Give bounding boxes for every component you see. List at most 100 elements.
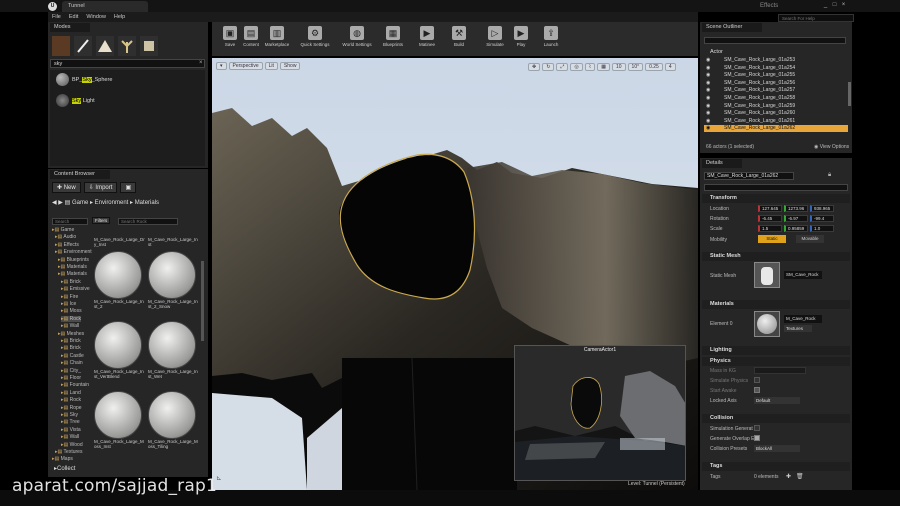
content-browser-tab[interactable]: Content Browser <box>50 170 110 179</box>
toolbar-play-button[interactable]: ▶ Play <box>506 25 536 55</box>
tree-folder[interactable]: ▸▤ Wall <box>61 323 79 329</box>
surface-snap-icon[interactable]: ⌇ <box>584 63 596 71</box>
maximize-icon[interactable]: □ <box>831 2 838 9</box>
mobility-movable-button[interactable]: Movable <box>796 235 824 243</box>
collision-presets-dropdown[interactable]: BlockAll <box>754 445 800 452</box>
camera-speed-value[interactable]: 4 <box>664 63 676 71</box>
asset-tile[interactable]: M_Cave_Rock_Large_Moss_Tiling <box>148 391 200 449</box>
add-tag-icon[interactable]: ✚ <box>786 473 791 480</box>
geometry-mode-icon[interactable] <box>140 36 158 56</box>
tree-folder[interactable]: ▸▤ Tree <box>61 419 80 425</box>
outliner-row[interactable]: ◉ SM_Cave_Rock_Large_01a253 <box>704 57 848 64</box>
mass-field[interactable] <box>754 367 806 374</box>
visibility-eye-icon[interactable]: ◉ <box>706 103 710 110</box>
scale-snap-value[interactable]: 0.25 <box>645 63 663 71</box>
place-mode-icon[interactable] <box>52 36 70 56</box>
tree-folder[interactable]: ▸▤ Wall <box>61 434 79 440</box>
lighting-section[interactable]: Lighting <box>702 346 850 355</box>
breadcrumb-materials[interactable]: Materials <box>135 200 159 206</box>
lock-icon[interactable]: 🔒︎ <box>828 172 831 179</box>
scale-y[interactable]: 0.95859 <box>784 225 808 232</box>
outliner-row[interactable]: ◉ SM_Cave_Rock_Large_01a260 <box>704 110 848 117</box>
new-asset-button[interactable]: ✚ New <box>52 182 81 193</box>
breadcrumb-game[interactable]: Game <box>72 200 88 206</box>
outliner-row[interactable]: ◉ SM_Cave_Rock_Large_01a261 <box>704 118 848 125</box>
collision-section[interactable]: Collision <box>702 414 850 423</box>
visibility-eye-icon[interactable]: ◉ <box>706 87 710 94</box>
tree-folder[interactable]: ▸▤ Materials <box>58 271 87 277</box>
visibility-eye-icon[interactable]: ◉ <box>706 72 710 79</box>
toolbar-marketplace-button[interactable]: ▥ Marketplace <box>262 25 292 55</box>
visibility-eye-icon[interactable]: ◉ <box>706 110 710 117</box>
asset-tile[interactable]: M_Cave_Rock_Large_Moss_Inst <box>94 391 146 449</box>
tree-folder[interactable]: ▸▤ Blueprints <box>58 257 89 263</box>
textures-dropdown[interactable]: Textures <box>784 325 812 332</box>
toolbar-matinee-button[interactable]: ▶ Matinee <box>412 25 442 55</box>
level-tab[interactable]: Tunnel <box>62 1 148 12</box>
place-item-sky-light[interactable]: Sky Light <box>56 94 95 107</box>
menu-window[interactable]: Window <box>86 12 106 22</box>
asset-tile[interactable]: M_Cave_Rock_Large_Inst_2 <box>94 251 146 309</box>
toolbar-quick-settings-button[interactable]: ⚙ Quick Settings <box>300 25 330 55</box>
static-mesh-field[interactable]: SM_Cave_Rock <box>784 271 822 279</box>
back-icon[interactable]: ◀ <box>52 200 57 206</box>
tree-folder[interactable]: ▸▤ Sky <box>61 412 78 418</box>
outliner-row[interactable]: ◉ SM_Cave_Rock_Large_01a254 <box>704 65 848 72</box>
location-x[interactable]: 127.645 <box>758 205 782 212</box>
landscape-mode-icon[interactable] <box>96 36 114 56</box>
modes-tab[interactable]: Modes <box>50 23 90 32</box>
level-viewport[interactable]: ▾ Perspective Lit Show ✥ ↻ ⤢ ◎ ⌇ ▦ 10 10° 0.25 4 Cam… <box>212 58 698 490</box>
mobility-static-button[interactable]: Static <box>758 235 786 243</box>
tree-folder[interactable]: ▸▤ Fire <box>61 294 78 300</box>
tags-section[interactable]: Tags <box>702 462 850 471</box>
tree-folder[interactable]: ▸▤ Chain <box>61 360 83 366</box>
tree-folder[interactable]: ▸▤ Rock <box>61 315 82 322</box>
import-button[interactable]: ⇩ Import <box>83 182 118 193</box>
collections-toggle[interactable]: ▸Collect <box>54 465 75 472</box>
tree-folder[interactable]: ▸▤ Moss <box>61 308 82 314</box>
rotation-z[interactable]: -99.4 <box>810 215 834 222</box>
details-tab[interactable]: Details <box>702 159 742 168</box>
tree-folder[interactable]: ▸▤ Brick <box>61 338 81 344</box>
asset-tile[interactable]: M_Cave_Rock_Large_Inst_Wet <box>148 321 200 379</box>
minimize-icon[interactable]: _ <box>822 2 829 9</box>
rot-snap-value[interactable]: 10° <box>627 63 644 71</box>
outliner-row[interactable]: ◉ SM_Cave_Rock_Large_01a258 <box>704 95 848 102</box>
clear-search-icon[interactable]: × <box>199 60 203 66</box>
simulation-generates-checkbox[interactable] <box>754 425 760 431</box>
scale-x[interactable]: 1.5 <box>758 225 782 232</box>
visibility-eye-icon[interactable]: ◉ <box>706 57 710 64</box>
tree-folder[interactable]: ▸▤ City_ <box>61 368 81 374</box>
tree-folder[interactable]: ▸▤ Game <box>52 227 74 233</box>
actor-name-field[interactable]: SM_Cave_Rock_Large_01a262 <box>704 172 794 180</box>
save-all-icon[interactable]: ▣ <box>120 182 137 193</box>
forward-icon[interactable]: ▶ <box>58 200 63 206</box>
visibility-eye-icon[interactable]: ◉ <box>706 125 710 132</box>
materials-section[interactable]: Materials <box>702 300 850 309</box>
tree-folder[interactable]: ▸▤ Rope <box>61 405 82 411</box>
close-icon[interactable]: × <box>840 2 847 9</box>
physics-section[interactable]: Physics <box>702 357 850 366</box>
place-item-sky-sphere[interactable]: BP_Sky_Sphere <box>56 73 112 86</box>
paint-mode-icon[interactable] <box>74 36 92 56</box>
visibility-eye-icon[interactable]: ◉ <box>706 65 710 72</box>
asset-tile[interactable]: M_Cave_Rock_Large_Inst_VertBlend <box>94 321 146 379</box>
material-field[interactable]: M_Cave_Rock <box>784 315 822 323</box>
static-mesh-section[interactable]: Static Mesh <box>702 252 850 261</box>
scale-z[interactable]: 1.0 <box>810 225 834 232</box>
tree-folder[interactable]: ▸▤ Audio <box>55 234 76 240</box>
translate-tool-icon[interactable]: ✥ <box>528 63 541 71</box>
tree-folder[interactable]: ▸▤ Wood <box>61 442 83 448</box>
outliner-row[interactable]: ◉ SM_Cave_Rock_Large_01a255 <box>704 72 848 79</box>
tree-folder[interactable]: ▸▤ Castle <box>61 353 84 359</box>
outliner-scrollbar[interactable] <box>848 82 851 106</box>
delete-tags-icon[interactable]: 🗑︎ <box>796 473 804 480</box>
tree-folder[interactable]: ▸▤ Materials <box>58 264 87 270</box>
visibility-eye-icon[interactable]: ◉ <box>706 95 710 102</box>
grid-snap-value[interactable]: 10 <box>611 63 626 71</box>
asset-tile[interactable]: M_Cave_Rock_Large_Inst_2_Snow <box>148 251 200 309</box>
asset-tile[interactable]: M_Cave_Rock_Large_Dry_Inst <box>94 237 146 247</box>
tree-folder[interactable]: ▸▤ Rock <box>61 397 81 403</box>
filters-button[interactable]: Filters <box>92 217 111 224</box>
transform-section[interactable]: Transform <box>702 194 850 203</box>
